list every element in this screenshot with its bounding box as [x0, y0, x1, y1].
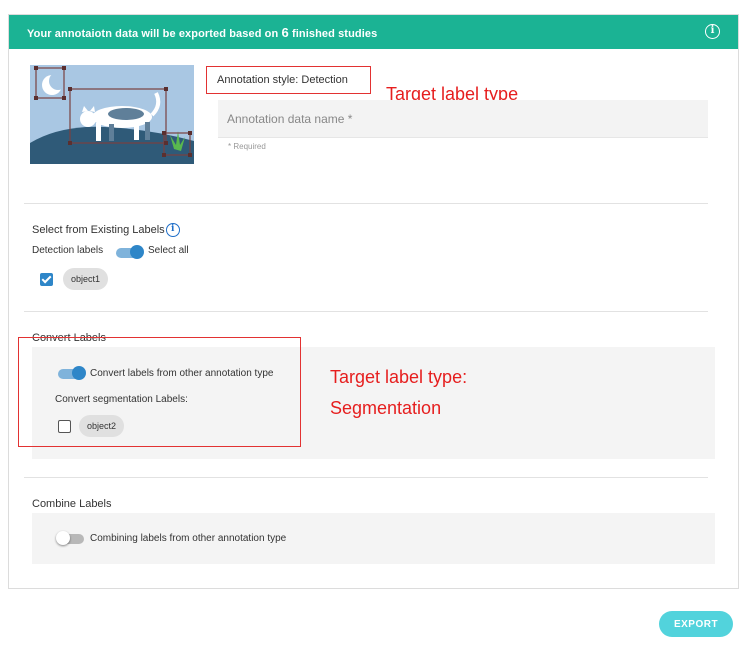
convert-labels-toggle-label: Convert labels from other annotation typ… [90, 368, 274, 379]
convert-labels-toggle[interactable] [58, 366, 86, 380]
select-all-toggle[interactable] [116, 245, 144, 259]
segmentation-note: Segmentation [330, 398, 442, 418]
combine-labels-toggle-label: Combining labels from other annotation t… [90, 533, 287, 544]
combine-labels-title: Combine Labels [32, 498, 112, 510]
label-chip-object1: object1 [63, 268, 109, 290]
info-icon[interactable]: i [705, 24, 720, 39]
object2-checkbox[interactable] [58, 420, 71, 433]
detection-thumbnail [30, 65, 194, 164]
divider [24, 477, 708, 478]
annotation-name-field[interactable] [218, 100, 708, 138]
info-icon[interactable]: i [165, 223, 180, 237]
required-note: * Required [228, 142, 266, 151]
combine-labels-toggle[interactable] [56, 531, 84, 545]
header-message: Your annotaiotn data will be exported ba… [27, 25, 378, 40]
divider [24, 311, 708, 312]
divider [24, 203, 708, 204]
annotation-style-box: Annotation style: Detection [206, 66, 371, 94]
annotation-style-label: Annotation style: Detection [217, 74, 348, 86]
export-header: Your annotaiotn data will be exported ba… [9, 15, 738, 49]
existing-labels-title: Select from Existing Labels i [32, 223, 180, 237]
object1-checkbox[interactable] [40, 273, 53, 286]
export-button[interactable]: EXPORT [659, 611, 733, 637]
target-label-type-note: Target label type: [330, 367, 468, 387]
annotation-name-input[interactable] [218, 100, 708, 137]
convert-segmentation-subtitle: Convert segmentation Labels: [55, 394, 188, 405]
finished-count: 6 [281, 25, 289, 40]
select-all-label: Select all [148, 245, 189, 256]
label-chip-object2: object2 [79, 415, 125, 437]
detection-labels-label: Detection labels [32, 245, 104, 256]
